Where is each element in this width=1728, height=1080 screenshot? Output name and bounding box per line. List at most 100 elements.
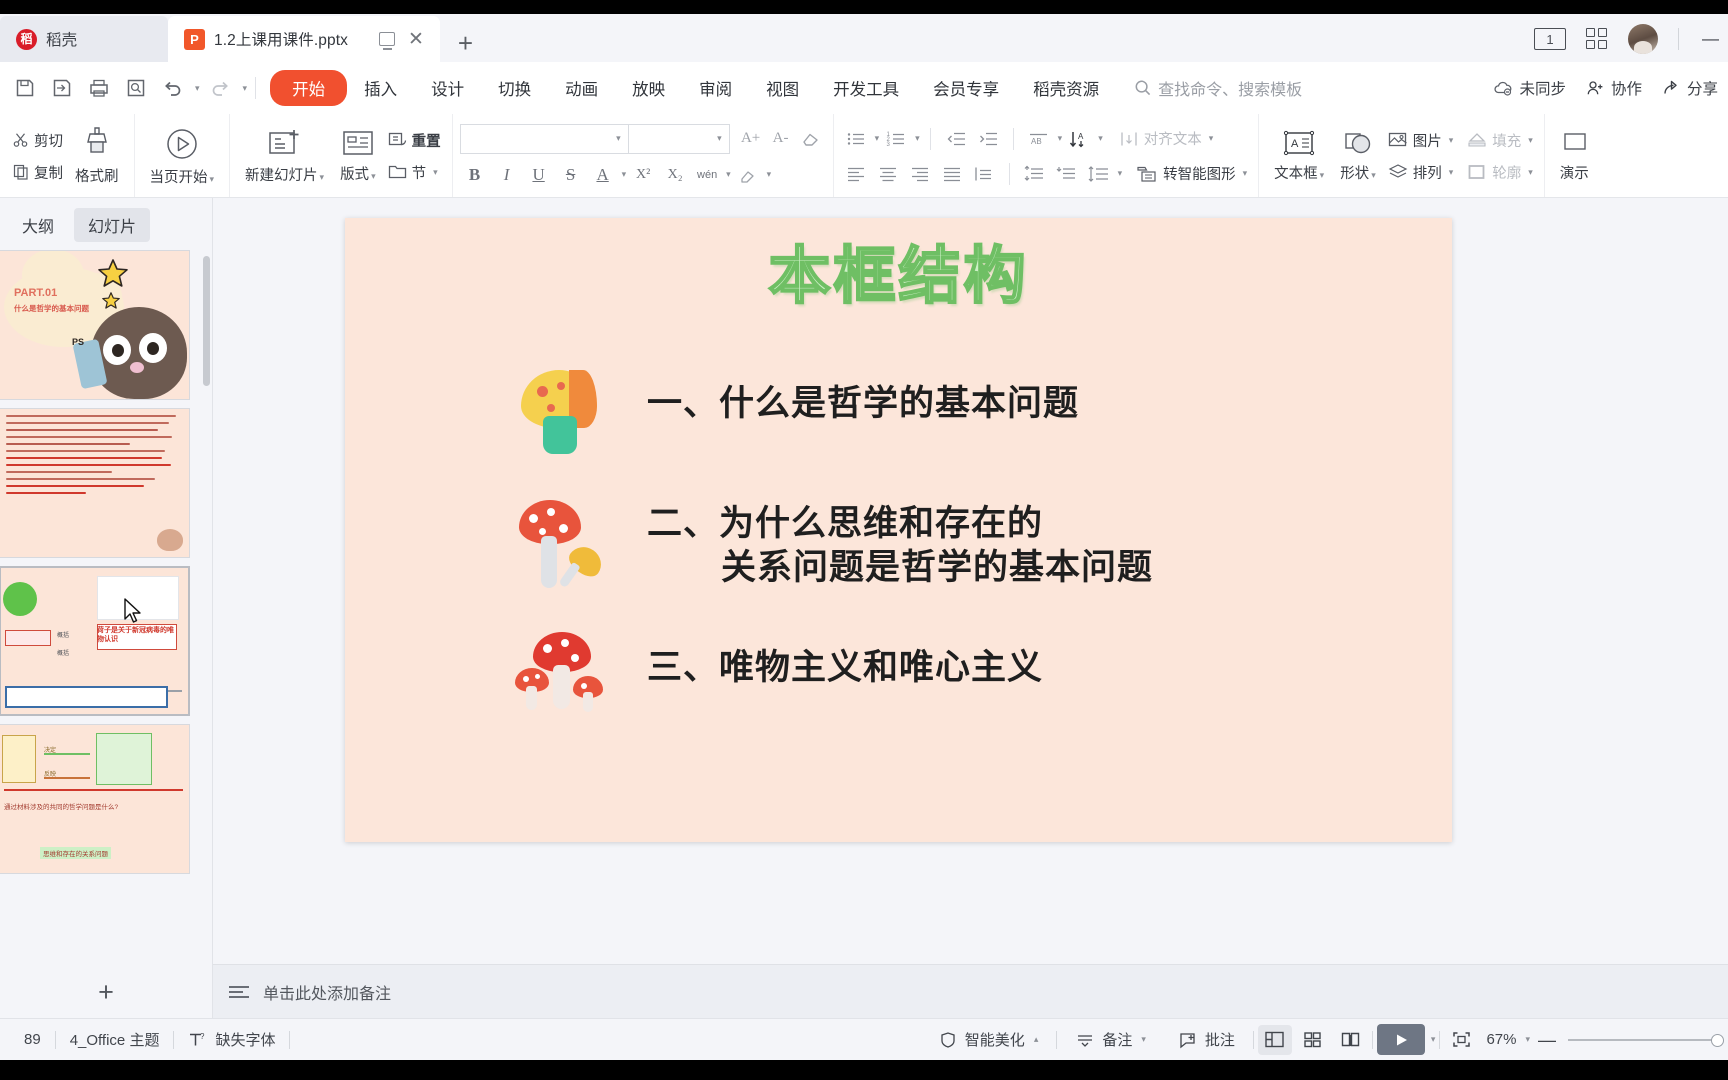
- arrange-caret[interactable]: ▾: [1449, 167, 1454, 178]
- decrease-indent-button[interactable]: [941, 125, 971, 153]
- fit-to-window-button[interactable]: [1444, 1025, 1478, 1055]
- text-direction-button[interactable]: AB: [1024, 125, 1054, 153]
- tab-slides[interactable]: 幻灯片: [74, 208, 151, 242]
- slide-title[interactable]: 本框结构: [345, 244, 1452, 308]
- layout-caret[interactable]: ▾: [371, 171, 376, 181]
- new-tab-button[interactable]: +: [458, 30, 473, 62]
- fill-caret[interactable]: ▾: [1528, 135, 1533, 146]
- smart-beautify-button[interactable]: 智能美化 ▴: [925, 1029, 1053, 1050]
- presentation-tool-button[interactable]: 演示: [1552, 121, 1597, 191]
- slide-thumbnail-list[interactable]: PART.01 什么是哲学的基本问题 PS 荷子是关于新冠病毒的唯物认识 概括 …: [0, 250, 212, 960]
- print-preview-icon[interactable]: [119, 72, 152, 105]
- notes-toggle-button[interactable]: 备注 ▾: [1061, 1029, 1160, 1050]
- section-button[interactable]: 节 ▾: [384, 160, 445, 185]
- increase-font-size-button[interactable]: A+: [736, 125, 766, 153]
- font-name-caret[interactable]: ▾: [616, 133, 621, 144]
- close-tab-icon[interactable]: ✕: [408, 30, 424, 49]
- present-monitor-icon[interactable]: [378, 32, 395, 50]
- add-slide-button[interactable]: +: [0, 966, 212, 1018]
- slide-thumbnail-3[interactable]: 荷子是关于新冠病毒的唯物认识 概括 概括: [0, 566, 190, 716]
- section-caret[interactable]: ▾: [433, 167, 438, 178]
- smart-beautify-caret[interactable]: ▴: [1034, 1034, 1039, 1045]
- collaborate-button[interactable]: 协作: [1586, 77, 1642, 99]
- outline-caret[interactable]: ▾: [1528, 167, 1533, 178]
- start-slideshow-button[interactable]: [1376, 1024, 1425, 1055]
- tab-docer-resource[interactable]: 稻壳资源: [1016, 70, 1116, 106]
- numbered-list-button[interactable]: 123: [881, 125, 911, 153]
- tab-member[interactable]: 会员专享: [916, 70, 1016, 106]
- slide-item-2[interactable]: 二、为什么思维和存在的 关系问题是哲学的基本问题: [513, 500, 1412, 592]
- space-before-button[interactable]: [1020, 160, 1050, 188]
- font-name-input[interactable]: ▾: [459, 123, 628, 154]
- command-search[interactable]: 查找命令、搜索模板: [1134, 76, 1302, 100]
- align-right-button[interactable]: [905, 160, 935, 188]
- zoom-out-button[interactable]: —: [1538, 1031, 1556, 1049]
- start-from-current-button[interactable]: 当页开始 ▾: [142, 121, 223, 191]
- new-slide-caret[interactable]: ▾: [320, 172, 325, 182]
- page-view-icon[interactable]: 1: [1534, 28, 1566, 50]
- slideshow-options-caret[interactable]: ▾: [1431, 1034, 1436, 1045]
- cut-button[interactable]: 剪切: [9, 128, 67, 153]
- theme-indicator[interactable]: 4_Office 主题: [56, 1029, 174, 1050]
- save-icon[interactable]: [8, 72, 41, 105]
- tab-animation[interactable]: 动画: [548, 70, 615, 106]
- bold-button[interactable]: B: [460, 161, 490, 189]
- current-slide[interactable]: 本框结构 一、什么是哲学的基本问题 二、为什么思维和存在的 关系问题是哲学的基本…: [345, 218, 1452, 842]
- missing-font-indicator[interactable]: ? 缺失字体: [174, 1029, 289, 1050]
- strikethrough-button[interactable]: S: [556, 161, 586, 189]
- font-size-caret[interactable]: ▾: [717, 133, 722, 144]
- view-normal-button[interactable]: [1257, 1024, 1292, 1055]
- reset-button[interactable]: 重置: [384, 128, 445, 153]
- copy-button[interactable]: 复制: [9, 160, 67, 185]
- space-after-button[interactable]: [1052, 160, 1082, 188]
- tab-transition[interactable]: 切换: [481, 70, 548, 106]
- new-slide-button[interactable]: 新建幻灯片 ▾: [237, 121, 332, 191]
- zoom-level-caret[interactable]: ▾: [1525, 1034, 1530, 1045]
- undo-dropdown-caret[interactable]: ▾: [195, 83, 200, 94]
- start-from-current-caret[interactable]: ▾: [210, 174, 215, 184]
- distribute-button[interactable]: [969, 160, 999, 188]
- bullet-list-caret[interactable]: ▾: [875, 133, 880, 144]
- textbox-button[interactable]: A 文本框 ▾: [1266, 121, 1332, 191]
- undo-icon[interactable]: [156, 72, 189, 105]
- tab-slideshow[interactable]: 放映: [615, 70, 682, 106]
- decrease-font-size-button[interactable]: A-: [766, 125, 796, 153]
- thumbnail-scrollbar-thumb[interactable]: [203, 256, 210, 386]
- tab-review[interactable]: 审阅: [682, 70, 749, 106]
- notes-toggle-caret[interactable]: ▾: [1141, 1034, 1146, 1045]
- font-size-input[interactable]: ▾: [627, 123, 730, 154]
- save-as-icon[interactable]: [45, 72, 78, 105]
- thumbnail-scrollbar-track[interactable]: [203, 250, 210, 958]
- tab-developer[interactable]: 开发工具: [816, 70, 916, 106]
- zoom-slider-track[interactable]: [1568, 1033, 1724, 1047]
- slide-item-1[interactable]: 一、什么是哲学的基本问题: [513, 368, 1412, 460]
- align-text-caret[interactable]: ▾: [1209, 133, 1214, 144]
- sync-status-button[interactable]: 未同步: [1493, 77, 1566, 99]
- arrange-button[interactable]: 排列 ▾: [1384, 160, 1458, 185]
- textbox-caret[interactable]: ▾: [1320, 170, 1325, 180]
- italic-button[interactable]: I: [492, 161, 522, 189]
- tab-insert[interactable]: 插入: [347, 70, 414, 106]
- shape-button[interactable]: 形状 ▾: [1332, 121, 1384, 191]
- tab-start[interactable]: 开始: [270, 70, 348, 106]
- zoom-slider[interactable]: —: [1538, 1031, 1724, 1049]
- clear-formatting-button[interactable]: [796, 125, 826, 153]
- text-highlight-button[interactable]: [733, 161, 763, 189]
- slide-item-3[interactable]: 三、唯物主义和唯心主义: [513, 632, 1412, 724]
- text-direction-caret[interactable]: ▾: [1058, 133, 1063, 144]
- numbered-list-caret[interactable]: ▾: [915, 133, 920, 144]
- layout-button[interactable]: 版式 ▾: [332, 121, 384, 191]
- apps-grid-icon[interactable]: [1586, 28, 1608, 50]
- subscript-button[interactable]: X₂: [660, 161, 690, 189]
- bullet-list-button[interactable]: [841, 125, 871, 153]
- align-text-button[interactable]: 对齐文本 ▾: [1115, 126, 1218, 151]
- slide-thumbnail-2[interactable]: [0, 408, 190, 558]
- tab-view[interactable]: 视图: [749, 70, 816, 106]
- quick-access-more-caret[interactable]: ▾: [243, 83, 248, 94]
- picture-button[interactable]: 图片 ▾: [1384, 128, 1458, 153]
- zoom-slider-knob[interactable]: [1711, 1033, 1724, 1047]
- tab-presentation-file[interactable]: P 1.2上课用课件.pptx ✕: [168, 16, 440, 62]
- fill-button[interactable]: 填充 ▾: [1463, 128, 1537, 153]
- justify-button[interactable]: [937, 160, 967, 188]
- superscript-button[interactable]: X²: [628, 161, 658, 189]
